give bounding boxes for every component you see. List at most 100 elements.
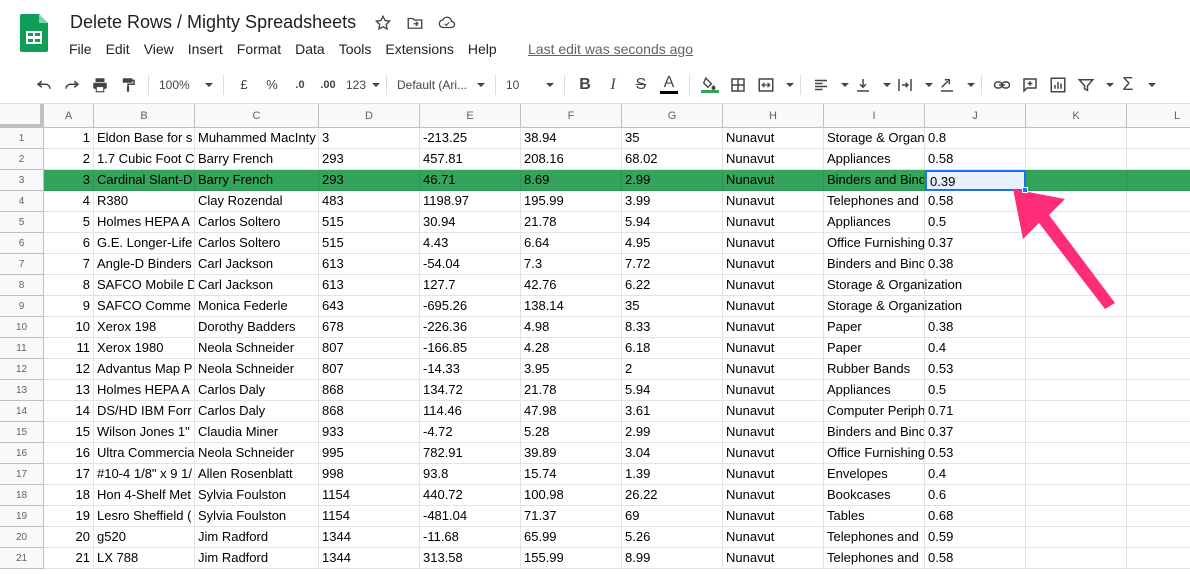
cell-f6[interactable]: 6.64	[521, 233, 622, 254]
menu-format[interactable]: Format	[230, 38, 288, 60]
cell-k20[interactable]	[1026, 527, 1127, 548]
cell-l11[interactable]	[1127, 338, 1190, 359]
cell-i1[interactable]: Storage & Organ	[824, 128, 925, 149]
cell-j14[interactable]: 0.71	[925, 401, 1026, 422]
cell-e10[interactable]: -226.36	[420, 317, 521, 338]
cell-k12[interactable]	[1026, 359, 1127, 380]
cell-h9[interactable]: Nunavut	[723, 296, 824, 317]
column-header-i[interactable]: I	[824, 104, 925, 128]
cell-b16[interactable]: Ultra Commercia	[94, 443, 195, 464]
cell-c21[interactable]: Jim Radford	[195, 548, 319, 569]
cell-e15[interactable]: -4.72	[420, 422, 521, 443]
cell-g18[interactable]: 26.22	[622, 485, 723, 506]
align-left-icon[interactable]	[809, 71, 833, 99]
cell-a13[interactable]: 13	[44, 380, 94, 401]
cell-j11[interactable]: 0.4	[925, 338, 1026, 359]
cell-i10[interactable]: Paper	[824, 317, 925, 338]
cell-c8[interactable]: Carl Jackson	[195, 275, 319, 296]
row-header[interactable]: 17	[0, 464, 44, 485]
row-header[interactable]: 19	[0, 506, 44, 527]
italic-button[interactable]: I	[601, 71, 625, 99]
cell-g10[interactable]: 8.33	[622, 317, 723, 338]
column-header-j[interactable]: J	[925, 104, 1026, 128]
table-row[interactable]: 9 9 SAFCO Comme Monica Federle 643 -695.26 138…	[0, 296, 1190, 317]
table-row[interactable]: 21 21 LX 788 Jim Radford 1344 313.58 155.99 8.9…	[0, 548, 1190, 569]
move-folder-icon[interactable]	[404, 12, 426, 34]
cell-j3[interactable]: 0.39	[925, 170, 1026, 191]
cell-c2[interactable]: Barry French	[195, 149, 319, 170]
cell-k3[interactable]	[1026, 170, 1127, 191]
cell-f5[interactable]: 21.78	[521, 212, 622, 233]
row-header[interactable]: 9	[0, 296, 44, 317]
selection-fill-handle[interactable]	[1022, 187, 1028, 193]
functions-icon[interactable]: Σ	[1116, 71, 1140, 99]
cell-c12[interactable]: Neola Schneider	[195, 359, 319, 380]
cell-c17[interactable]: Allen Rosenblatt	[195, 464, 319, 485]
table-row[interactable]: 10 10 Xerox 198 Dorothy Badders 678 -226.36 4.…	[0, 317, 1190, 338]
cell-a20[interactable]: 20	[44, 527, 94, 548]
cell-b18[interactable]: Hon 4-Shelf Met	[94, 485, 195, 506]
row-header[interactable]: 13	[0, 380, 44, 401]
row-header[interactable]: 12	[0, 359, 44, 380]
cell-d20[interactable]: 1344	[319, 527, 420, 548]
row-header[interactable]: 6	[0, 233, 44, 254]
decrease-decimal-button[interactable]: .0	[288, 71, 312, 99]
row-header[interactable]: 1	[0, 128, 44, 149]
cell-a6[interactable]: 6	[44, 233, 94, 254]
chevron-down-icon[interactable]	[1106, 82, 1114, 87]
table-row[interactable]: 2 2 1.7 Cubic Foot C Barry French 293 457.81 2…	[0, 149, 1190, 170]
cell-j2[interactable]: 0.58	[925, 149, 1026, 170]
cell-i15[interactable]: Binders and Bind	[824, 422, 925, 443]
cell-f18[interactable]: 100.98	[521, 485, 622, 506]
cell-k18[interactable]	[1026, 485, 1127, 506]
cell-g19[interactable]: 69	[622, 506, 723, 527]
cell-a12[interactable]: 12	[44, 359, 94, 380]
cell-c7[interactable]: Carl Jackson	[195, 254, 319, 275]
chevron-down-icon[interactable]	[786, 82, 794, 87]
cell-e3[interactable]: 46.71	[420, 170, 521, 191]
chevron-down-icon[interactable]	[841, 82, 849, 87]
menu-data[interactable]: Data	[288, 38, 332, 60]
cell-j6[interactable]: 0.37	[925, 233, 1026, 254]
cell-k6[interactable]	[1026, 233, 1127, 254]
cell-e6[interactable]: 4.43	[420, 233, 521, 254]
cell-d6[interactable]: 515	[319, 233, 420, 254]
cell-h8[interactable]: Nunavut	[723, 275, 824, 296]
cell-h6[interactable]: Nunavut	[723, 233, 824, 254]
vertical-align-icon[interactable]	[851, 71, 875, 99]
cell-j17[interactable]: 0.4	[925, 464, 1026, 485]
cell-g21[interactable]: 8.99	[622, 548, 723, 569]
cell-c15[interactable]: Claudia Miner	[195, 422, 319, 443]
cell-j16[interactable]: 0.53	[925, 443, 1026, 464]
cell-a5[interactable]: 5	[44, 212, 94, 233]
cell-e8[interactable]: 127.7	[420, 275, 521, 296]
cell-d2[interactable]: 293	[319, 149, 420, 170]
table-row[interactable]: 7 7 Angle-D Binders Carl Jackson 613 -54.04 7.…	[0, 254, 1190, 275]
cell-h15[interactable]: Nunavut	[723, 422, 824, 443]
cell-e20[interactable]: -11.68	[420, 527, 521, 548]
paint-format-icon[interactable]	[116, 71, 140, 99]
cell-a9[interactable]: 9	[44, 296, 94, 317]
cell-c13[interactable]: Carlos Daly	[195, 380, 319, 401]
cell-b17[interactable]: #10-4 1/8" x 9 1/	[94, 464, 195, 485]
document-title[interactable]: Delete Rows / Mighty Spreadsheets	[70, 12, 356, 33]
insert-link-icon[interactable]	[990, 71, 1014, 99]
menu-tools[interactable]: Tools	[332, 38, 379, 60]
cell-b14[interactable]: DS/HD IBM Forr	[94, 401, 195, 422]
cell-f4[interactable]: 195.99	[521, 191, 622, 212]
cell-i8[interactable]: Storage & Organization	[824, 275, 962, 296]
cell-c16[interactable]: Neola Schneider	[195, 443, 319, 464]
cell-a1[interactable]: 1	[44, 128, 94, 149]
cell-h17[interactable]: Nunavut	[723, 464, 824, 485]
cell-e21[interactable]: 313.58	[420, 548, 521, 569]
cell-d15[interactable]: 933	[319, 422, 420, 443]
cell-e13[interactable]: 134.72	[420, 380, 521, 401]
row-header[interactable]: 4	[0, 191, 44, 212]
cell-l15[interactable]	[1127, 422, 1190, 443]
cell-g17[interactable]: 1.39	[622, 464, 723, 485]
cell-b1[interactable]: Eldon Base for s	[94, 128, 195, 149]
cell-f20[interactable]: 65.99	[521, 527, 622, 548]
cell-e17[interactable]: 93.8	[420, 464, 521, 485]
cell-d16[interactable]: 995	[319, 443, 420, 464]
cell-g4[interactable]: 3.99	[622, 191, 723, 212]
